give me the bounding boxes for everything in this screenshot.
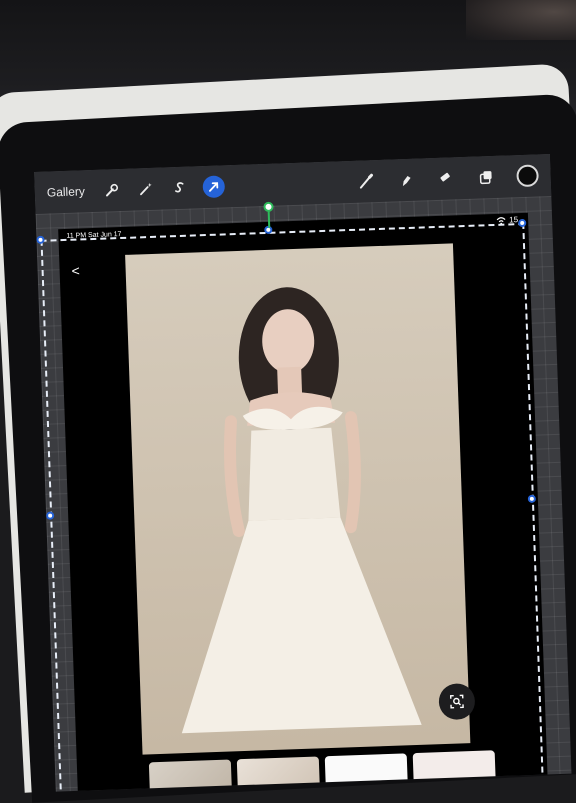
background-fabric <box>466 0 576 40</box>
rotation-handle[interactable] <box>263 201 274 213</box>
brush-icon[interactable] <box>356 172 375 191</box>
transform-arrow-icon[interactable] <box>202 175 226 199</box>
right-tools <box>356 164 539 192</box>
procreate-screen: Gallery 11 PM Sat Jun 17 15 < <box>34 153 572 792</box>
magic-wand-icon[interactable] <box>137 180 156 199</box>
color-swatch[interactable] <box>516 164 539 188</box>
transform-selection-box[interactable] <box>40 222 544 792</box>
smudge-icon[interactable] <box>396 171 415 190</box>
gallery-button[interactable]: Gallery <box>47 184 85 199</box>
wrench-icon[interactable] <box>103 181 122 200</box>
eraser-icon[interactable] <box>436 169 455 188</box>
layers-icon[interactable] <box>476 168 495 187</box>
selection-s-icon[interactable] <box>171 179 190 198</box>
